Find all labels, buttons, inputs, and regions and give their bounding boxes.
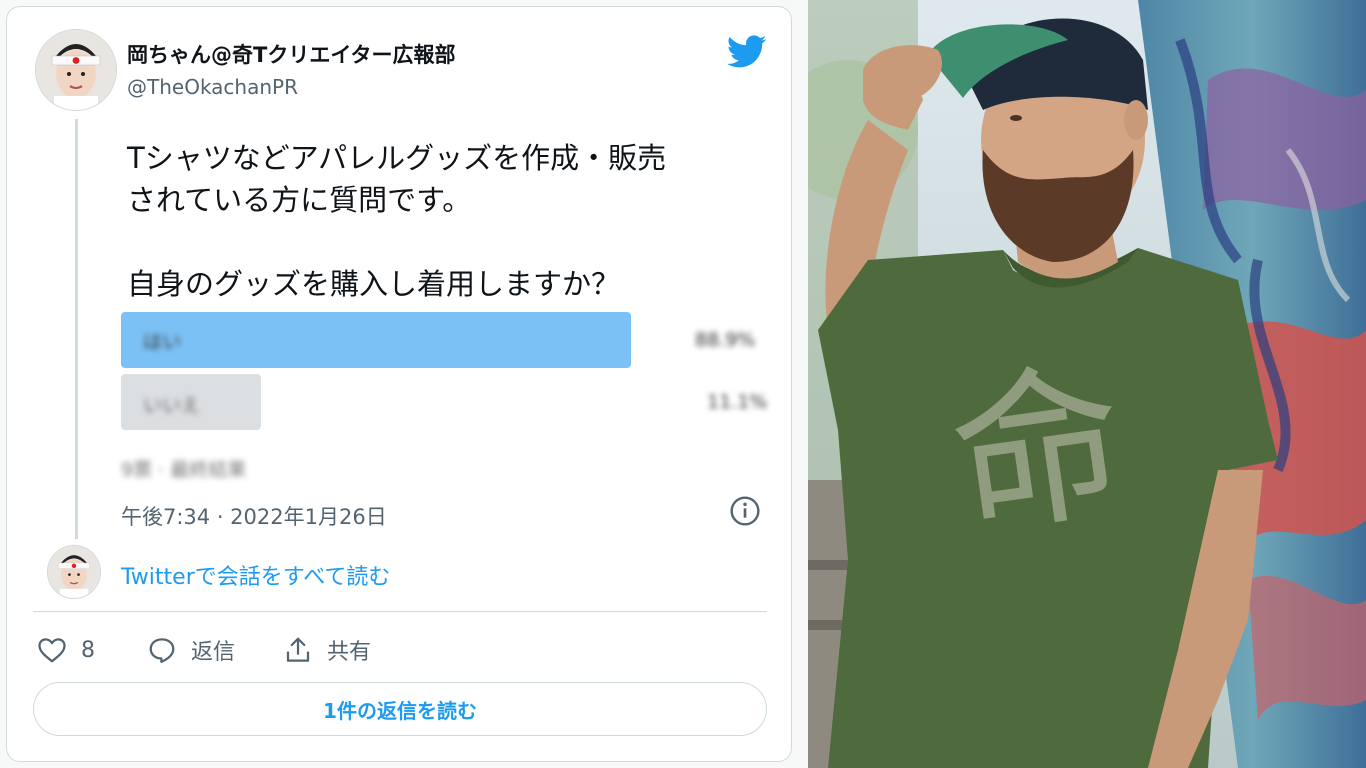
divider <box>33 611 767 612</box>
avatar-face-image <box>36 30 116 110</box>
author-display-name[interactable]: 岡ちゃん@奇Tクリエイター広報部 <box>127 39 455 69</box>
tshirt-model-photo: 命 <box>808 0 1366 768</box>
like-button[interactable]: 8 <box>37 633 95 667</box>
shirt-kanji-print: 命 <box>940 342 1136 562</box>
reply-button[interactable]: 返信 <box>147 633 235 667</box>
poll-bar-option-1 <box>121 312 631 368</box>
read-replies-button[interactable]: 1件の返信を読む <box>33 682 767 736</box>
reader-avatar[interactable] <box>47 545 101 599</box>
share-label: 共有 <box>327 640 372 665</box>
read-conversation-link[interactable]: Twitterで会話をすべて読む <box>121 559 390 591</box>
poll-meta: 9票 · 最終結果 <box>121 459 247 481</box>
heart-icon <box>38 638 66 663</box>
photo-illustration: 命 <box>808 0 1366 768</box>
author-handle[interactable]: @TheOkachanPR <box>127 75 298 99</box>
author-avatar[interactable] <box>35 29 117 111</box>
tweet-timestamp[interactable]: 午後7:34 · 2022年1月26日 <box>121 501 387 531</box>
info-icon[interactable] <box>729 495 761 527</box>
thread-line <box>75 119 78 539</box>
reply-label: 返信 <box>191 640 236 665</box>
like-count: 8 <box>81 637 95 663</box>
comment-icon <box>149 638 175 663</box>
poll-option-1-percent: 88.9% <box>695 329 756 351</box>
tweet-text: Tシャツなどアパレルグッズを作成・販売 されている方に質問です。 自身のグッズを… <box>127 141 667 301</box>
share-button[interactable]: 共有 <box>283 633 371 667</box>
twitter-bird-icon[interactable] <box>727 35 767 69</box>
poll-option-2-label: いいえ <box>143 395 201 417</box>
tweet-card: 岡ちゃん@奇Tクリエイター広報部 @TheOkachanPR Tシャツなどアパレ… <box>6 6 792 762</box>
avatar-face-image-small <box>48 546 100 598</box>
share-icon <box>286 637 310 662</box>
poll-option-1-label: はい <box>143 331 182 353</box>
poll-option-2-percent: 11.1% <box>707 391 768 413</box>
